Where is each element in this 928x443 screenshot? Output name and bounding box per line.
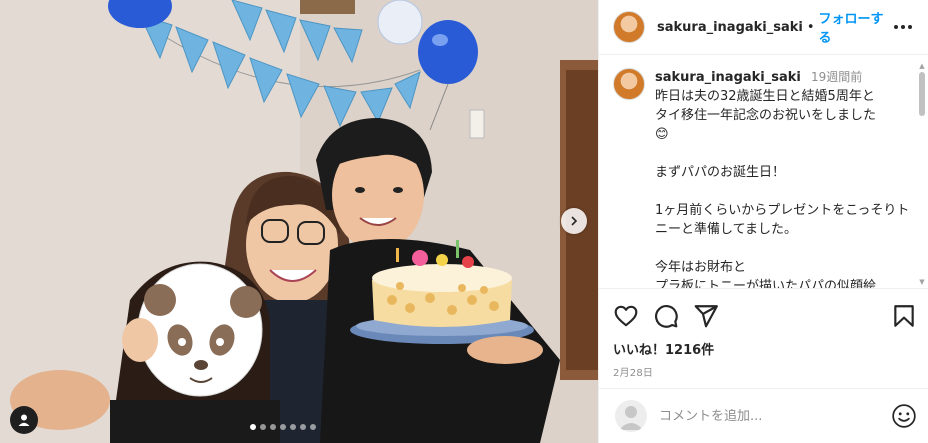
carousel-dot: [300, 424, 306, 430]
more-horizontal-icon: [893, 25, 912, 29]
caption-avatar[interactable]: [613, 68, 645, 100]
next-photo-button[interactable]: [561, 208, 587, 234]
action-row: [613, 303, 917, 329]
carousel-dot: [250, 424, 256, 430]
post-photo[interactable]: [0, 0, 598, 443]
caption-body: sakura_inagaki_saki 19週間前 昨日は夫の32歳誕生日と結婚…: [655, 68, 913, 288]
share-icon[interactable]: [693, 303, 719, 329]
caption-text: 昨日は夫の32歳誕生日と結婚5周年と タイ移住一年記念のお祝いをしました 😊 ま…: [655, 89, 910, 288]
post-details-panel: sakura_inagaki_saki • フォローする sakura_inag…: [598, 0, 928, 443]
author-username[interactable]: sakura_inagaki_saki: [657, 20, 803, 35]
user-tag-button[interactable]: [10, 406, 38, 434]
carousel-dot: [280, 424, 286, 430]
post-header: sakura_inagaki_saki • フォローする: [599, 0, 928, 55]
author-avatar[interactable]: [613, 11, 645, 43]
carousel-dot: [290, 424, 296, 430]
more-options-button[interactable]: [892, 15, 914, 39]
caption-area: sakura_inagaki_saki 19週間前 昨日は夫の32歳誕生日と結婚…: [599, 56, 928, 288]
caption-username[interactable]: sakura_inagaki_saki: [655, 70, 801, 85]
default-avatar-icon: [619, 406, 643, 430]
birthday-photo-scene: [0, 0, 598, 443]
bookmark-icon[interactable]: [891, 303, 917, 329]
carousel-dot: [310, 424, 316, 430]
caption-time[interactable]: 19週間前: [811, 70, 862, 84]
user-tag-icon: [18, 414, 30, 426]
actions-area: いいね！1216件 2月28日: [599, 288, 928, 379]
caption-row: sakura_inagaki_saki 19週間前 昨日は夫の32歳誕生日と結婚…: [613, 68, 913, 288]
follow-button[interactable]: フォローする: [819, 8, 892, 46]
comment-bar: [599, 388, 928, 443]
scroll-thumb[interactable]: [919, 72, 925, 116]
header-separator: •: [806, 19, 815, 35]
post-date[interactable]: 2月28日: [613, 364, 917, 379]
emoji-icon[interactable]: [891, 403, 917, 429]
comment-input[interactable]: [659, 408, 859, 424]
comment-icon[interactable]: [653, 303, 679, 329]
caption-scrollbar[interactable]: ▲ ▼: [918, 62, 926, 286]
likes-count[interactable]: いいね！1216件: [613, 339, 917, 358]
scroll-up-icon[interactable]: ▲: [918, 62, 926, 70]
carousel-dots: [250, 424, 316, 430]
carousel-dot: [260, 424, 266, 430]
carousel-dot: [270, 424, 276, 430]
scroll-down-icon[interactable]: ▼: [918, 278, 926, 286]
heart-icon[interactable]: [613, 303, 639, 329]
viewer-avatar: [615, 400, 647, 432]
chevron-right-icon: [571, 216, 578, 226]
